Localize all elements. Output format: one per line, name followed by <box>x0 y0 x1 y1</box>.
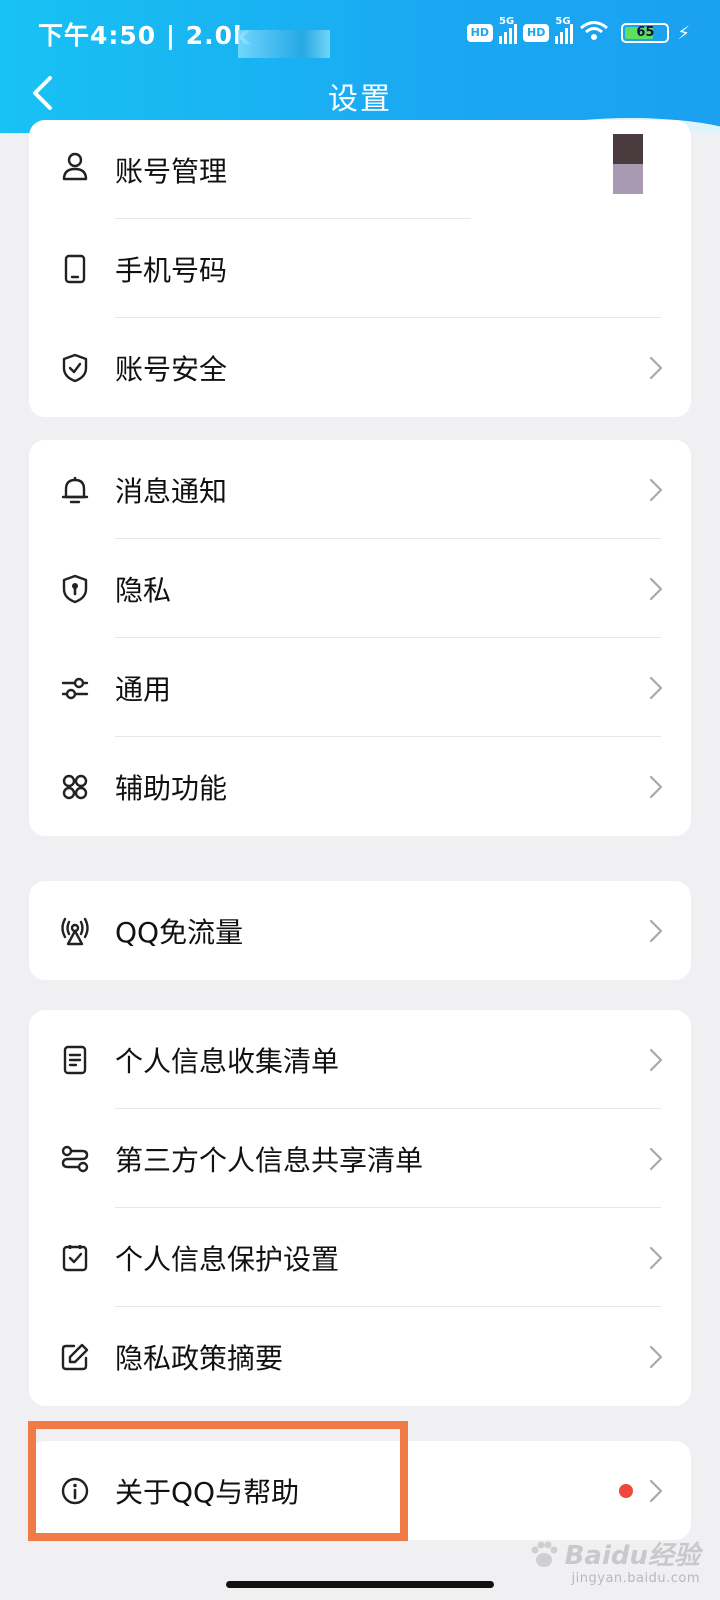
signal-icon-2: 5G <box>555 16 574 44</box>
settings-group-account: 账号管理 手机号码 账号安全 <box>29 120 691 417</box>
edit-icon <box>59 1341 91 1373</box>
sliders-icon <box>59 672 91 704</box>
status-time: 下午4:50 | 2.0k <box>38 21 251 50</box>
home-indicator[interactable] <box>226 1581 494 1588</box>
chevron-right-icon <box>647 1243 665 1273</box>
item-label: 个人信息保护设置 <box>115 1242 340 1276</box>
paw-icon <box>531 1541 558 1567</box>
watermark-brand: Baidu经验 <box>564 1541 700 1571</box>
phone-number-item[interactable]: 手机号码 <box>29 219 691 318</box>
page-title: 设置 <box>328 82 392 117</box>
account-management-item[interactable]: 账号管理 <box>29 120 691 219</box>
general-item[interactable]: 通用 <box>29 638 691 737</box>
new-badge-dot <box>619 1483 633 1498</box>
qq-free-traffic-item[interactable]: QQ免流量 <box>29 881 691 980</box>
item-label: 辅助功能 <box>115 771 228 805</box>
command-icon <box>59 771 91 803</box>
chevron-right-icon <box>647 1045 665 1075</box>
status-blurred-notification <box>238 30 330 58</box>
chevron-right-icon <box>647 574 665 604</box>
avatar <box>613 134 643 194</box>
chevron-right-icon <box>647 353 665 383</box>
chevron-right-icon <box>647 1476 665 1506</box>
item-label: 隐私 <box>115 573 172 607</box>
item-label: 第三方个人信息共享清单 <box>115 1143 424 1177</box>
chevron-right-icon <box>647 475 665 505</box>
baidu-watermark: Baidu经验 jingyan.baidu.com <box>527 1535 700 1586</box>
chevron-right-icon <box>647 916 665 946</box>
antenna-icon <box>59 915 91 947</box>
settings-group-about: 关于QQ与帮助 <box>29 1441 691 1540</box>
status-icons: HD 5G HD 5G 65 ⚡ <box>466 16 690 48</box>
hd-badge-2: HD <box>523 24 550 42</box>
accessibility-item[interactable]: 辅助功能 <box>29 737 691 836</box>
shield-check-icon <box>59 352 91 384</box>
user-icon <box>59 150 91 182</box>
info-protection-settings-item[interactable]: 个人信息保护设置 <box>29 1208 691 1307</box>
privacy-policy-summary-item[interactable]: 隐私政策摘要 <box>29 1307 691 1406</box>
privacy-shield-icon <box>59 573 91 605</box>
chevron-right-icon <box>647 1144 665 1174</box>
info-collection-list-item[interactable]: 个人信息收集清单 <box>29 1010 691 1109</box>
share-route-icon <box>59 1143 91 1175</box>
privacy-item[interactable]: 隐私 <box>29 539 691 638</box>
third-party-sharing-list-item[interactable]: 第三方个人信息共享清单 <box>29 1109 691 1208</box>
watermark-site: jingyan.baidu.com <box>571 1571 700 1586</box>
chevron-right-icon <box>647 772 665 802</box>
item-label: 隐私政策摘要 <box>115 1341 284 1375</box>
item-label: 手机号码 <box>115 253 228 287</box>
chevron-right-icon <box>647 673 665 703</box>
item-label: 账号安全 <box>115 352 228 386</box>
document-icon <box>59 1044 91 1076</box>
item-label: QQ免流量 <box>115 915 244 949</box>
phone-icon <box>59 253 91 285</box>
item-label: 账号管理 <box>115 155 228 188</box>
header: 下午4:50 | 2.0k HD 5G HD 5G 65 ⚡ 设置 <box>0 0 720 133</box>
account-security-item[interactable]: 账号安全 <box>29 318 691 417</box>
bell-icon <box>59 474 91 506</box>
notifications-item[interactable]: 消息通知 <box>29 440 691 539</box>
settings-group-personal-info: 个人信息收集清单 第三方个人信息共享清单 个人信息保护设置 隐私政策摘要 <box>29 1010 691 1406</box>
item-label: 消息通知 <box>115 474 228 508</box>
checkbox-icon <box>59 1242 91 1274</box>
info-icon <box>59 1475 91 1507</box>
about-qq-help-item[interactable]: 关于QQ与帮助 <box>29 1441 691 1540</box>
signal-icon: 5G <box>499 16 518 44</box>
charging-icon: ⚡ <box>677 22 690 44</box>
wifi-icon <box>579 20 609 46</box>
item-label: 关于QQ与帮助 <box>115 1475 300 1509</box>
settings-group-data: QQ免流量 <box>29 881 691 980</box>
settings-group-general: 消息通知 隐私 通用 辅助功能 <box>29 440 691 836</box>
status-bar: 下午4:50 | 2.0k HD 5G HD 5G 65 ⚡ <box>0 0 720 64</box>
hd-badge: HD <box>466 24 494 42</box>
item-label: 通用 <box>115 672 172 706</box>
item-label: 个人信息收集清单 <box>115 1044 340 1078</box>
chevron-right-icon <box>647 1342 665 1372</box>
battery-icon: 65 <box>621 23 670 43</box>
